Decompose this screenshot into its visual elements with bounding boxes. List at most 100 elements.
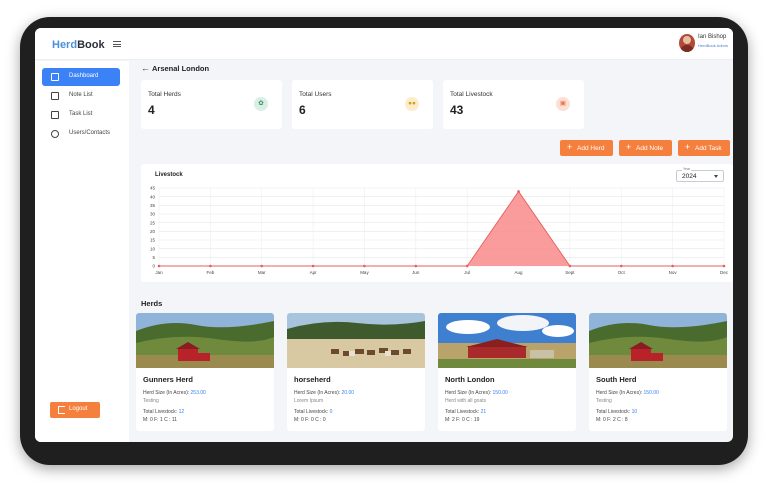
y-tick-label: 40 [150,194,156,199]
grid-icon [51,73,59,81]
herd-livestock-value: 21 [480,409,487,415]
y-tick-label: 10 [150,246,156,251]
livestock-icon: ▣ [556,97,570,111]
herd-card[interactable]: Gunners Herd Herd Size (In Acres): 253.0… [136,313,274,431]
year-select-value: 2024 [682,173,697,180]
logout-label: Logout [69,406,88,412]
sidebar-item-note-list[interactable]: Note List [42,87,120,105]
y-tick-label: 45 [150,186,156,191]
x-tick-label: Aug [515,270,524,275]
x-tick-label: Sept [565,270,575,275]
user-menu[interactable]: Ian Bishop HerdBook Admin [678,34,728,56]
data-point [671,264,674,268]
add-task-button[interactable]: + Add Task [678,140,730,156]
x-tick-label: Mar [258,270,266,275]
sidebar-item-users-contacts[interactable]: Users/Contacts [42,125,120,143]
herd-description: Herd with all goats [445,398,487,404]
sidebar-item-label: Note List [69,92,93,98]
herd-livestock-label: Total Livestock: [596,409,631,415]
stat-value: 6 [299,103,306,117]
logout-icon [58,406,65,414]
sidebar-item-label: Task List [69,111,93,117]
herd-card[interactable]: South Herd Herd Size (In Acres): 150.00 … [589,313,727,431]
barn-photo [136,313,274,368]
year-select[interactable]: Year 2024 [676,167,724,182]
chart-title: Livestock [155,172,183,178]
herd-livestock-label: Total Livestock: [294,409,329,415]
data-point [414,264,418,268]
avatar[interactable] [678,34,695,52]
herd-description: Lorem Ipsum [294,398,324,404]
herd-card[interactable]: North London Herd Size (In Acres): 150.0… [438,313,576,431]
brand-part-herd: Herd [52,39,78,51]
herds-section-title: Herds [141,299,163,308]
x-tick-label: Dec [720,270,729,275]
herd-livestock: Total Livestock: 0 [294,409,332,415]
x-tick-label: Jul [464,270,470,275]
sidebar: Dashboard Note List Task List Users/Cont… [35,61,129,442]
x-tick-label: May [360,270,369,275]
stat-label: Total Herds [148,91,181,98]
logout-button[interactable]: Logout [50,402,100,418]
herd-size: Herd Size (In Acres): 150.00 [596,390,659,396]
ranch-photo [438,313,576,368]
y-tick-label: 30 [150,212,156,217]
herd-breakdown: M: 0 F: 0 C : 0 [294,417,326,423]
herd-size: Herd Size (In Acres): 253.00 [143,390,206,396]
herd-icon: ✿ [254,97,268,111]
stat-card-herds: Total Herds 4 ✿ [141,80,282,129]
brand-logo[interactable]: HerdBook [52,39,105,51]
x-tick-label: Jan [155,270,163,275]
herd-breakdown: M: 0 F: 1 C : 11 [143,417,178,423]
add-note-label: Add Note [636,144,664,152]
herd-livestock-value: 10 [631,409,638,415]
stat-card-users: Total Users 6 ●● [292,80,433,129]
user-role: HerdBook Admin [697,43,728,48]
herd-size-value: 150.00 [643,390,659,396]
herd-size-value: 253.00 [190,390,206,396]
add-task-label: Add Task [695,144,722,152]
herd-livestock-value: 0 [329,409,333,415]
page-title: Arsenal London [152,64,210,73]
back-arrow-icon[interactable]: ← [141,63,150,73]
y-tick-label: 20 [150,229,156,234]
stat-label: Total Livestock [450,91,493,98]
add-herd-label: Add Herd [577,144,605,152]
year-select-caption: Year [682,167,692,171]
herd-size-label: Herd Size (In Acres): [294,390,341,396]
herd-size-label: Herd Size (In Acres): [445,390,492,396]
note-icon [51,92,59,100]
data-point [517,190,520,193]
y-tick-label: 0 [152,264,155,269]
data-point [363,264,366,268]
herd-card[interactable]: horseherd Herd Size (In Acres): 20.00 Lo… [287,313,425,431]
sidebar-item-dashboard[interactable]: Dashboard [42,68,120,86]
add-note-button[interactable]: + Add Note [619,140,672,156]
add-herd-button[interactable]: + Add Herd [560,140,613,156]
herd-size-label: Herd Size (In Acres): [143,390,190,396]
herd-description: Testing [143,398,159,404]
livestock-chart: 0 5 10 15 20 25 30 35 40 45 Jan Feb Mar Apr May Jun Jul A… [150,186,729,275]
y-tick-label: 15 [150,238,156,243]
sidebar-item-task-list[interactable]: Task List [42,106,120,124]
hamburger-menu-icon[interactable] [113,41,121,47]
herd-breakdown: M: 2 F: 0 C : 19 [445,417,480,423]
data-point [157,264,161,268]
series-area [159,191,724,266]
x-tick-label: Nov [669,270,678,275]
data-point [311,264,315,268]
herd-description: Testing [596,398,612,404]
stat-card-livestock: Total Livestock 43 ▣ [443,80,584,129]
x-tick-label: Apr [310,270,318,275]
herd-livestock-label: Total Livestock: [445,409,480,415]
sidebar-item-label: Users/Contacts [69,130,111,136]
stat-value: 43 [450,103,464,117]
herd-livestock: Total Livestock: 10 [596,409,637,415]
barn-photo [589,313,727,368]
data-point [619,264,623,268]
herd-livestock-value: 12 [178,409,185,415]
x-tick-label: Jun [412,270,420,275]
checkbox-icon [51,111,59,119]
herd-livestock-label: Total Livestock: [143,409,178,415]
data-point [568,264,572,268]
